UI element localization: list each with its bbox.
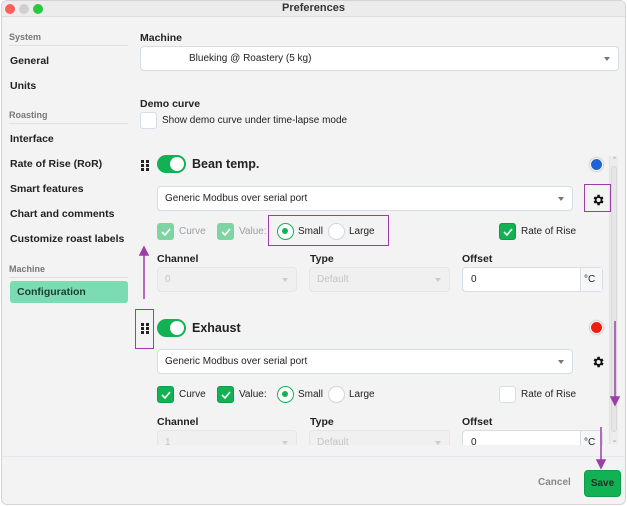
exhaust-type-label: Type — [310, 416, 334, 428]
exhaust-curve-label: Curve — [179, 389, 206, 400]
sidebar-item-interface[interactable]: Interface — [10, 133, 54, 145]
chevron-down-icon — [558, 197, 564, 201]
exhaust-offset-label: Offset — [462, 416, 493, 428]
exhaust-channel-value: 1 — [165, 437, 171, 445]
divider — [9, 277, 128, 278]
sidebar-section-roasting: Roasting — [9, 110, 48, 120]
sidebar-item-chart-and-comments[interactable]: Chart and comments — [10, 208, 114, 220]
divider — [9, 45, 128, 46]
bean-temp-channel-select[interactable]: 0 — [157, 267, 297, 292]
exhaust-size-small-radio[interactable] — [277, 386, 294, 403]
chevron-down-icon — [282, 278, 288, 282]
annotation-box-size-radios — [268, 215, 389, 246]
drag-handle-icon[interactable] — [141, 160, 150, 171]
annotation-box-settings-gear — [584, 184, 611, 212]
sidebar-item-configuration[interactable]: Configuration — [10, 281, 128, 303]
machine-label: Machine — [140, 32, 183, 44]
bean-temp-offset-value: 0 — [471, 274, 477, 285]
bean-temp-value-checkbox[interactable] — [217, 223, 234, 240]
scroll-up-icon[interactable]: ⌃ — [610, 156, 619, 164]
sidebar-section-machine: Machine — [9, 264, 46, 274]
bean-temp-ror-label: Rate of Rise — [521, 226, 577, 237]
annotation-arrowhead-save — [595, 459, 607, 470]
bean-temp-curve-label: Curve — [179, 226, 206, 237]
exhaust-toggle[interactable] — [157, 319, 186, 337]
bean-temp-type-select[interactable]: Default — [309, 267, 450, 292]
title-bar: Preferences — [2, 1, 625, 17]
exhaust-type-select[interactable]: Default — [309, 430, 450, 445]
bean-temp-ror-checkbox[interactable] — [499, 223, 516, 240]
machine-select-value: Blueking @ Roastery (5 kg) — [189, 53, 312, 64]
sidebar: System General Units Roasting Interface … — [2, 18, 137, 458]
save-button[interactable]: Save — [584, 470, 621, 497]
exhaust-source-value: Generic Modbus over serial port — [165, 356, 308, 367]
demo-curve-label: Demo curve — [140, 98, 201, 110]
bean-temp-color-swatch[interactable] — [590, 158, 603, 171]
chevron-down-icon — [435, 278, 441, 282]
exhaust-size-small-label: Small — [298, 389, 324, 400]
sensor-list: Bean temp. Generic Modbus over serial po… — [140, 138, 610, 445]
bean-temp-channel-label: Channel — [157, 253, 199, 265]
bean-temp-type-value: Default — [317, 274, 349, 285]
chevron-down-icon — [604, 57, 610, 61]
chevron-down-icon — [558, 360, 564, 364]
divider — [9, 123, 128, 124]
bean-temp-value-label: Value: — [239, 226, 267, 237]
sidebar-item-rate-of-rise[interactable]: Rate of Rise (RoR) — [10, 158, 102, 170]
window-title: Preferences — [282, 2, 345, 14]
sidebar-item-general[interactable]: General — [10, 55, 49, 67]
bean-temp-offset-label: Offset — [462, 253, 493, 265]
exhaust-offset-unit: °C — [580, 431, 602, 445]
chevron-down-icon — [282, 441, 288, 445]
bean-temp-source-select[interactable]: Generic Modbus over serial port — [157, 186, 573, 211]
exhaust-color-swatch[interactable] — [590, 321, 603, 334]
exhaust-channel-select[interactable]: 1 — [157, 430, 297, 445]
demo-curve-checkbox-label: Show demo curve under time-lapse mode — [162, 115, 348, 126]
cancel-button[interactable]: Cancel — [538, 477, 571, 488]
sidebar-section-system: System — [9, 32, 42, 42]
exhaust-offset-input[interactable]: 0 °C — [462, 430, 603, 445]
sidebar-item-customize-roast-labels[interactable]: Customize roast labels — [10, 233, 124, 245]
footer-divider — [2, 456, 625, 457]
annotation-box-drag-handle — [135, 309, 154, 349]
exhaust-type-value: Default — [317, 437, 349, 445]
exhaust-size-large-label: Large — [349, 389, 375, 400]
bean-temp-offset-input[interactable]: 0 °C — [462, 267, 603, 292]
exhaust-offset-value: 0 — [471, 437, 477, 445]
chevron-down-icon — [435, 441, 441, 445]
exhaust-ror-checkbox[interactable] — [499, 386, 516, 403]
exhaust-settings-gear-icon[interactable] — [591, 355, 605, 369]
bean-temp-channel-value: 0 — [165, 274, 171, 285]
sidebar-item-smart-features[interactable]: Smart features — [10, 183, 84, 195]
bean-temp-source-value: Generic Modbus over serial port — [165, 193, 308, 204]
exhaust-channel-label: Channel — [157, 416, 199, 428]
exhaust-source-select[interactable]: Generic Modbus over serial port — [157, 349, 573, 374]
scrollbar-thumb[interactable] — [611, 166, 617, 432]
exhaust-title: Exhaust — [192, 321, 241, 335]
exhaust-size-large-radio[interactable] — [328, 386, 345, 403]
machine-select[interactable]: Blueking @ Roastery (5 kg) — [140, 46, 619, 71]
bean-temp-title: Bean temp. — [192, 157, 260, 171]
exhaust-curve-checkbox[interactable] — [157, 386, 174, 403]
bean-temp-type-label: Type — [310, 253, 334, 265]
preferences-window: Preferences System General Units Roastin… — [1, 0, 626, 505]
exhaust-ror-label: Rate of Rise — [521, 389, 577, 400]
bean-temp-curve-checkbox[interactable] — [157, 223, 174, 240]
exhaust-value-checkbox[interactable] — [217, 386, 234, 403]
demo-curve-checkbox[interactable] — [140, 112, 157, 129]
exhaust-value-label: Value: — [239, 389, 267, 400]
scroll-down-icon[interactable]: ⌄ — [610, 436, 619, 444]
bean-temp-offset-unit: °C — [580, 268, 602, 291]
bean-temp-toggle[interactable] — [157, 155, 186, 173]
sidebar-item-units[interactable]: Units — [10, 80, 36, 92]
